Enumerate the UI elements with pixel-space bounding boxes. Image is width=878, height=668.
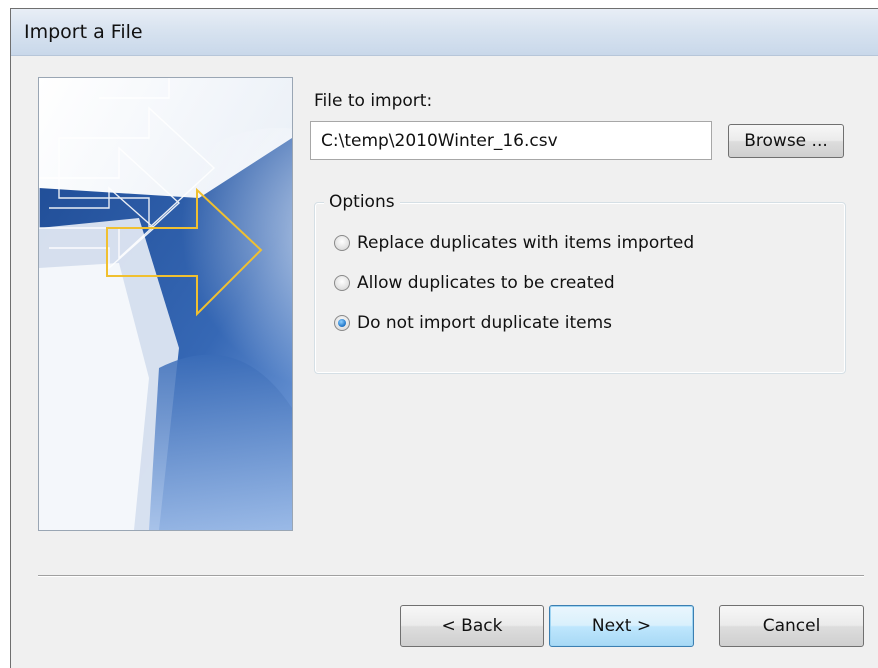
radio-button-icon[interactable] — [334, 275, 350, 291]
option-label: Replace duplicates with items imported — [357, 233, 695, 253]
option-replace-duplicates[interactable]: Replace duplicates with items imported — [334, 232, 694, 254]
wizard-arrows-graphic — [39, 78, 292, 530]
options-legend: Options — [324, 192, 400, 212]
title-bar: Import a File — [11, 9, 878, 56]
back-button[interactable]: < Back — [400, 605, 544, 647]
footer-separator — [38, 575, 864, 577]
radio-button-icon[interactable] — [334, 235, 350, 251]
option-do-not-import-duplicates[interactable]: Do not import duplicate items — [334, 312, 612, 334]
browse-button[interactable]: Browse ... — [728, 124, 844, 158]
cancel-button[interactable]: Cancel — [719, 605, 864, 647]
file-to-import-label: File to import: — [314, 91, 433, 111]
window-title: Import a File — [24, 21, 143, 43]
option-allow-duplicates[interactable]: Allow duplicates to be created — [334, 272, 615, 294]
radio-button-selected-icon[interactable] — [334, 315, 350, 331]
option-label: Allow duplicates to be created — [357, 273, 615, 293]
wizard-banner-image — [38, 77, 293, 531]
import-file-dialog: Import a File File to import: C:\temp\20… — [10, 8, 878, 668]
next-button[interactable]: Next > — [549, 605, 694, 647]
file-path-input[interactable] — [310, 121, 712, 160]
option-label: Do not import duplicate items — [357, 313, 613, 333]
